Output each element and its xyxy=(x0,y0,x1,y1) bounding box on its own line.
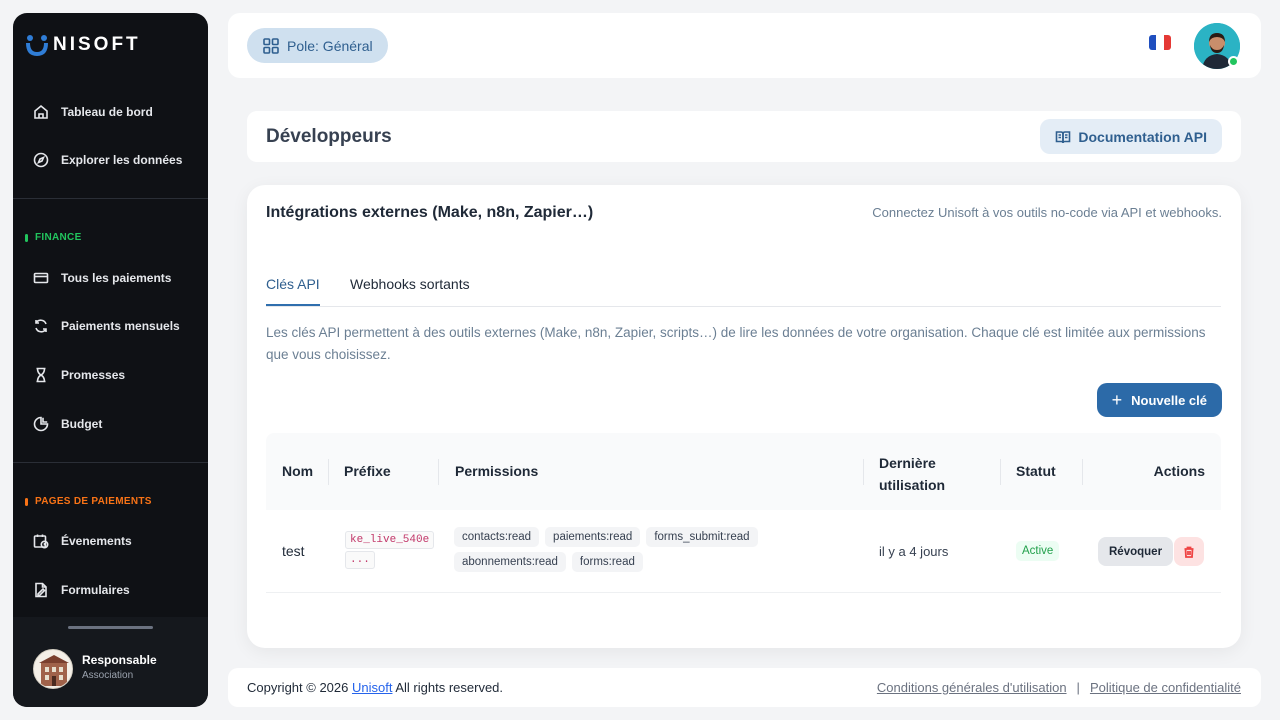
nav-pledges-label: Promesses xyxy=(61,368,126,382)
tab-api-keys[interactable]: Clés API xyxy=(266,276,320,306)
topbar: Pole: Général xyxy=(228,13,1261,78)
sidebar-divider xyxy=(13,198,208,199)
header-last-used: Dernière utilisation xyxy=(879,455,946,493)
online-status-dot xyxy=(1228,56,1239,67)
key-prefix-ellipsis: ... xyxy=(345,551,375,569)
permission-chip: abonnements:read xyxy=(454,552,566,572)
column-separator xyxy=(1082,459,1083,485)
column-separator xyxy=(438,459,439,485)
footer: Copyright © 2026 Unisoft All rights rese… xyxy=(228,668,1261,707)
book-open-icon xyxy=(1056,130,1071,143)
header-prefix: Préfixe xyxy=(344,463,391,479)
logo-text: NISOFT xyxy=(53,34,141,55)
nav-explore[interactable]: Explorer les données xyxy=(33,152,182,168)
integrations-subtitle: Connectez Unisoft à vos outils no-code v… xyxy=(872,205,1222,220)
revoke-button[interactable]: Révoquer xyxy=(1098,537,1174,566)
copyright: Copyright © 2026 Unisoft All rights rese… xyxy=(247,680,503,695)
section-payment-pages: PAGES DE PAIEMENTS xyxy=(25,496,152,507)
logo[interactable]: NISOFT xyxy=(25,33,141,57)
column-separator xyxy=(1000,459,1001,485)
user-role: Association xyxy=(82,670,134,681)
header-permissions: Permissions xyxy=(455,463,539,479)
delete-button[interactable] xyxy=(1174,537,1204,566)
privacy-link[interactable]: Politique de confidentialité xyxy=(1090,680,1241,695)
nav-forms-label: Formulaires xyxy=(61,583,130,597)
permission-chip: paiements:read xyxy=(545,527,641,547)
home-icon xyxy=(34,104,48,119)
compass-icon xyxy=(33,152,49,168)
nav-budget[interactable]: Budget xyxy=(33,416,102,432)
developers-header: Développeurs Documentation API xyxy=(247,111,1241,162)
page-title: Développeurs xyxy=(266,126,392,147)
association-avatar xyxy=(33,649,73,689)
permissions-list: contacts:read paiements:read forms_submi… xyxy=(454,527,774,572)
nav-budget-label: Budget xyxy=(61,417,103,431)
trash-icon xyxy=(1184,546,1194,558)
api-docs-button[interactable]: Documentation API xyxy=(1040,119,1222,154)
api-docs-label: Documentation API xyxy=(1078,128,1207,145)
refresh-icon xyxy=(35,319,47,333)
section-finance: FINANCE xyxy=(25,232,82,243)
calendar-clock-icon xyxy=(33,534,49,549)
key-prefix-value: ke_live_540e xyxy=(345,531,435,549)
pole-selector-label: Pole: Général xyxy=(287,37,373,54)
nav-forms[interactable]: Formulaires xyxy=(33,582,130,598)
new-key-button[interactable]: + Nouvelle clé xyxy=(1096,383,1222,417)
credit-card-icon xyxy=(33,272,49,284)
new-key-label: Nouvelle clé xyxy=(1131,392,1207,408)
table-row: test ke_live_540e ... contacts:read paie… xyxy=(266,510,1221,593)
integrations-title: Intégrations externes (Make, n8n, Zapier… xyxy=(266,204,594,221)
french-flag-icon[interactable] xyxy=(1149,35,1171,50)
user-name: Responsable xyxy=(82,653,157,667)
key-name: test xyxy=(282,543,305,559)
status-badge: Active xyxy=(1016,541,1060,561)
api-keys-table: Nom Préfixe Permissions Dernière utilisa… xyxy=(266,433,1221,593)
footer-links: Conditions générales d'utilisation | Pol… xyxy=(877,680,1241,695)
permission-chip: forms:read xyxy=(571,552,643,572)
nav-dashboard[interactable]: Tableau de bord xyxy=(33,104,153,120)
copyright-suffix: All rights reserved. xyxy=(395,680,504,695)
nav-monthly-payments[interactable]: Paiements mensuels xyxy=(33,318,180,334)
nav-events-label: Évenements xyxy=(61,534,132,548)
nav-explore-label: Explorer les données xyxy=(61,153,183,167)
nav-pledges[interactable]: Promesses xyxy=(33,367,125,383)
file-edit-icon xyxy=(35,582,47,598)
pole-selector-button[interactable]: Pole: Général xyxy=(247,28,388,63)
sidebar-scrollbar[interactable] xyxy=(68,626,153,629)
tab-webhooks[interactable]: Webhooks sortants xyxy=(350,276,470,292)
column-separator xyxy=(328,459,329,485)
copyright-prefix: Copyright © 2026 xyxy=(247,680,349,695)
permission-chip: contacts:read xyxy=(454,527,540,547)
section-payment-pages-label: PAGES DE PAIEMENTS xyxy=(35,496,152,507)
nav-monthly-payments-label: Paiements mensuels xyxy=(61,319,180,333)
tabs: Clés API Webhooks sortants xyxy=(266,270,1221,307)
sidebar-divider xyxy=(13,462,208,463)
footer-separator: | xyxy=(1076,680,1080,695)
last-used: il y a 4 jours xyxy=(879,544,949,559)
nav-dashboard-label: Tableau de bord xyxy=(61,105,153,119)
company-link[interactable]: Unisoft xyxy=(352,680,392,695)
header-actions: Actions xyxy=(1153,463,1205,479)
api-keys-description: Les clés API permettent à des outils ext… xyxy=(266,325,1206,362)
nav-all-payments-label: Tous les paiements xyxy=(61,271,172,285)
header-status: Statut xyxy=(1016,463,1056,479)
integrations-card: Intégrations externes (Make, n8n, Zapier… xyxy=(247,185,1241,648)
table-header: Nom Préfixe Permissions Dernière utilisa… xyxy=(266,433,1221,510)
section-finance-label: FINANCE xyxy=(35,232,82,243)
pie-chart-icon xyxy=(33,416,49,432)
header-name: Nom xyxy=(282,463,314,479)
sidebar: NISOFT Tableau de bord Explorer les donn… xyxy=(13,13,208,707)
plus-icon: + xyxy=(1111,390,1123,410)
column-separator xyxy=(863,459,864,485)
nav-all-payments[interactable]: Tous les paiements xyxy=(33,270,171,286)
nav-events[interactable]: Évenements xyxy=(33,533,132,549)
terms-link[interactable]: Conditions générales d'utilisation xyxy=(877,680,1067,695)
hourglass-icon xyxy=(36,367,46,383)
permission-chip: forms_submit:read xyxy=(646,527,758,547)
grid-icon xyxy=(263,37,279,54)
key-prefix: ke_live_540e ... xyxy=(345,530,435,570)
logo-icon xyxy=(25,33,49,57)
